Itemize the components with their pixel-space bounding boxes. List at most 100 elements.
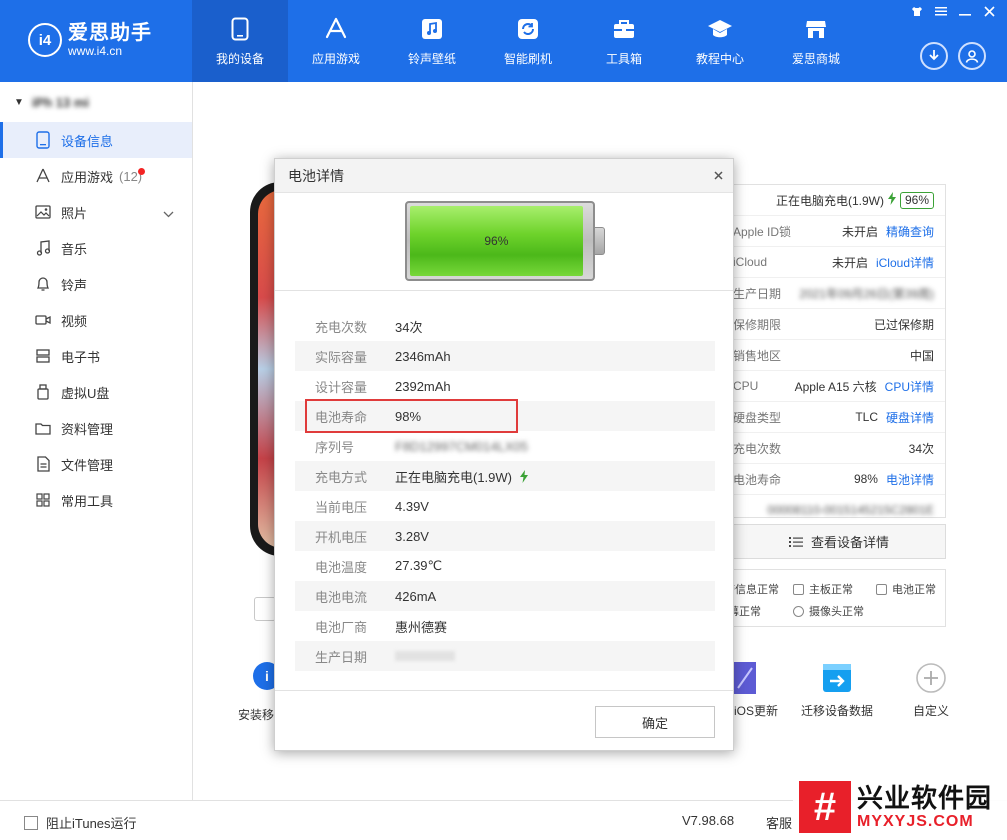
status-camera: 摄像头正常: [793, 603, 864, 619]
nav-apps-games[interactable]: 应用游戏: [288, 0, 384, 82]
grid-icon: [34, 491, 52, 509]
battery-row-key: 生产日期: [315, 649, 368, 665]
view-detail-label: 查看设备详情: [810, 535, 889, 550]
sidebar-item-music[interactable]: 音乐: [0, 230, 192, 266]
tool-ios-update[interactable]: iOS更新: [734, 662, 778, 719]
nav-smart-flash[interactable]: 智能刷机: [480, 0, 576, 82]
battery-row: 电池厂商 惠州德赛: [295, 611, 715, 641]
info-value: 未开启: [831, 255, 868, 270]
info-key: 保修期限: [733, 317, 782, 332]
tool-migrate-data[interactable]: 迁移设备数据: [801, 662, 873, 719]
sidebar-item-label: 文件管理: [61, 457, 114, 473]
notification-dot: [138, 168, 145, 175]
battery-row: 充电次数 34次: [295, 311, 715, 341]
battery-row: 电池电流 426mA: [295, 581, 715, 611]
info-row-apple-id: Apple ID锁 未开启 精确查询: [733, 216, 945, 247]
sidebar-item-label: 音乐: [61, 241, 88, 257]
folder-icon: [34, 419, 52, 437]
info-value: Apple A15 六核: [794, 379, 877, 394]
info-key: iCloud: [733, 255, 768, 269]
sidebar-item-common-tools[interactable]: 常用工具: [0, 482, 192, 518]
status-battery: 电池正常: [876, 581, 936, 597]
nav-my-device[interactable]: 我的设备: [192, 0, 288, 82]
minimize-icon[interactable]: [957, 4, 973, 18]
info-key: CPU: [733, 379, 759, 393]
device-action-button[interactable]: [254, 597, 276, 621]
battery-cap: [595, 227, 605, 255]
nav-label: 铃声壁纸: [407, 51, 456, 66]
close-icon[interactable]: [714, 167, 723, 184]
nav-ringtones[interactable]: 铃声壁纸: [384, 0, 480, 82]
nav-tutorials[interactable]: 教程中心: [672, 0, 768, 82]
nav-toolbox[interactable]: 工具箱: [576, 0, 672, 82]
icloud-detail-link[interactable]: iCloud详情: [876, 254, 934, 271]
battery-row-value-wrap: 2346mAh: [395, 349, 451, 364]
battery-detail-link[interactable]: 电池详情: [886, 471, 934, 488]
download-icon[interactable]: [920, 42, 948, 70]
migrate-icon: [821, 662, 853, 694]
battery-row-key: 电池厂商: [315, 619, 368, 635]
shirt-icon[interactable]: [909, 4, 925, 18]
battery-row-key: 开机电压: [315, 529, 368, 545]
tool-label: 迁移设备数据: [801, 704, 874, 718]
tool-label: 自定义: [913, 704, 950, 718]
confirm-button[interactable]: 确定: [595, 706, 715, 738]
battery-row-key: 电池电流: [315, 589, 368, 605]
book-icon: [34, 347, 52, 365]
nav-store[interactable]: 爱思商城: [768, 0, 864, 82]
sidebar-item-file-manage[interactable]: 文件管理: [0, 446, 192, 482]
battery-row-value-wrap: 惠州德赛: [395, 617, 447, 636]
battery-row-value-wrap: 34次: [395, 317, 422, 336]
menu-icon[interactable]: [933, 4, 949, 18]
close-icon[interactable]: [981, 4, 997, 18]
battery-row-value-wrap: [395, 651, 455, 661]
sidebar-item-apps[interactable]: 应用游戏 (12): [0, 158, 192, 194]
battery-row-value: 正在电脑充电(1.9W): [395, 469, 513, 485]
battery-level-text: 96%: [484, 234, 509, 248]
version-label: V7.98.68: [682, 813, 735, 828]
charging-text: 正在电脑充电(1.9W): [775, 193, 884, 208]
sidebar-item-device-info[interactable]: 设备信息: [0, 122, 192, 158]
sidebar-item-video[interactable]: 视频: [0, 302, 192, 338]
battery-row-value: 2346mAh: [395, 348, 451, 364]
ios-update-icon: [734, 662, 756, 694]
sidebar-item-virtual-usb[interactable]: 虚拟U盘: [0, 374, 192, 410]
battery-row: 实际容量 2346mAh: [295, 341, 715, 371]
battery-row-value-wrap: F8D12997CM014LX05: [395, 439, 528, 454]
chip-icon: [793, 583, 804, 595]
battery-row-value: 34次: [395, 319, 423, 335]
customer-service-link[interactable]: 客服: [766, 813, 792, 832]
sidebar-item-label: 视频: [61, 313, 88, 329]
info-row-production-date: 生产日期 2021年09月26日(第39周): [733, 278, 945, 309]
cpu-detail-link[interactable]: CPU详情: [885, 378, 934, 395]
sidebar-item-label: 资料管理: [61, 421, 114, 437]
status-label: 摄像头正常: [809, 606, 864, 618]
sidebar-item-photos[interactable]: 照片: [0, 194, 192, 230]
bolt-icon: [887, 192, 896, 208]
info-row-disk-type: 硬盘类型 TLC 硬盘详情: [733, 402, 945, 433]
sidebar-item-ebooks[interactable]: 电子书: [0, 338, 192, 374]
disk-detail-link[interactable]: 硬盘详情: [886, 409, 934, 426]
checkbox-box[interactable]: [24, 815, 38, 830]
block-itunes-checkbox[interactable]: 阻止iTunes运行: [24, 813, 137, 832]
user-icon[interactable]: [958, 42, 986, 70]
info-value: 已过保修期: [873, 317, 934, 332]
battery-row-value: 惠州德赛: [395, 619, 448, 635]
battery-row-value: 2392mAh: [395, 378, 451, 394]
battery-row-value: 426mA: [395, 588, 437, 604]
battery-row-value: F8D12997CM014LX05: [395, 438, 528, 454]
tool-customize[interactable]: 自定义: [913, 662, 949, 719]
info-row-warranty: 保修期限 已过保修期: [733, 309, 945, 340]
sidebar-item-data-manage[interactable]: 资料管理: [0, 410, 192, 446]
app-name: 爱思助手: [68, 22, 152, 44]
app-url: www.i4.cn: [68, 44, 123, 58]
battery-row: 当前电压 4.39V: [295, 491, 715, 521]
info-value: 00008110-0015145215C2801E: [767, 503, 934, 517]
sidebar-item-ringtones[interactable]: 铃声: [0, 266, 192, 302]
device-selector[interactable]: ▼ iPh 13 mi: [0, 82, 192, 122]
nav-label: 我的设备: [215, 51, 264, 66]
chevron-down-icon[interactable]: [163, 206, 174, 221]
view-device-detail-button[interactable]: 查看设备详情: [733, 524, 946, 559]
app-icon: [34, 167, 52, 185]
precise-query-link[interactable]: 精确查询: [886, 223, 934, 240]
